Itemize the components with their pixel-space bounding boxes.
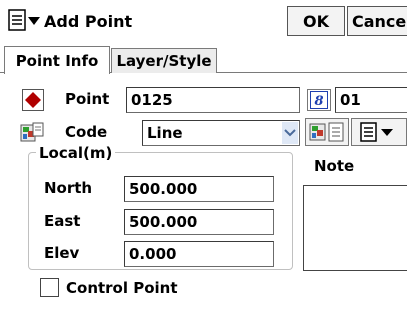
- menu-icon[interactable]: [8, 8, 42, 34]
- local-group-label: Local(m): [36, 144, 116, 162]
- control-point-checkbox[interactable]: [40, 278, 59, 297]
- code-dropdown[interactable]: Line: [142, 120, 300, 146]
- code-label: Code: [65, 123, 108, 141]
- control-point-label: Control Point: [66, 279, 178, 297]
- point-name-field[interactable]: 0125: [126, 87, 300, 113]
- elev-field[interactable]: 0.000: [124, 241, 274, 267]
- increment-icon[interactable]: 8: [307, 89, 331, 111]
- tab-point-info[interactable]: Point Info: [4, 46, 110, 74]
- point-suffix-field[interactable]: 01: [335, 87, 407, 113]
- note-label: Note: [314, 157, 355, 175]
- chevron-down-icon[interactable]: [282, 122, 298, 144]
- point-marker-icon: [22, 89, 44, 111]
- cancel-button[interactable]: Cancel: [347, 6, 407, 36]
- elev-label: Elev: [44, 244, 80, 262]
- window-title: Add Point: [44, 12, 133, 31]
- code-menu-button[interactable]: [351, 118, 407, 146]
- ok-button[interactable]: OK: [287, 6, 345, 36]
- title-bar: Add Point OK Cancel: [0, 0, 407, 42]
- point-label: Point: [65, 90, 110, 108]
- code-list-button[interactable]: [305, 118, 349, 146]
- code-dropdown-value: Line: [147, 124, 183, 142]
- code-map-icon: [20, 122, 44, 144]
- north-field[interactable]: 500.000: [124, 176, 274, 202]
- note-textarea[interactable]: [303, 185, 407, 271]
- east-label: East: [44, 212, 81, 230]
- svg-text:8: 8: [314, 94, 323, 109]
- north-label: North: [44, 179, 93, 197]
- tab-layer-style[interactable]: Layer/Style: [111, 48, 217, 73]
- east-field[interactable]: 500.000: [124, 209, 274, 235]
